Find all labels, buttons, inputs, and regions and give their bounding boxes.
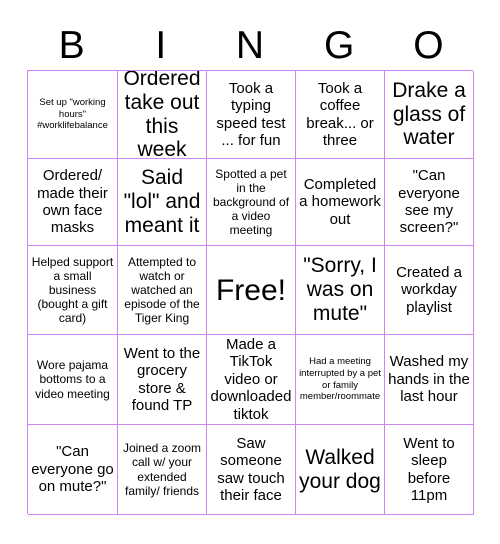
bingo-cell-label: "Sorry, I was on mute" (303, 254, 377, 325)
bingo-cell[interactable]: Went to the grocery store & found TP (118, 335, 207, 425)
bingo-cell-label: Helped support a small business (bought … (31, 254, 114, 326)
bingo-cell[interactable]: Ordered take out this week (118, 71, 207, 159)
bingo-cell[interactable]: Said "lol" and meant it (118, 159, 207, 246)
bingo-cell[interactable]: Took a typing speed test ... for fun (207, 71, 296, 159)
bingo-cell-label: Made a TikTok video or downloaded tiktok (210, 336, 292, 423)
bingo-cell-label: Said "lol" and meant it (123, 166, 201, 237)
bingo-cell[interactable]: Took a coffee break... or three (296, 71, 385, 159)
bingo-cell[interactable]: Completed a homework out (296, 159, 385, 246)
bingo-cell-label: Went to sleep before 11pm (403, 434, 455, 504)
bingo-cell[interactable]: Ordered/ made their own face masks (28, 159, 118, 246)
bingo-cell-label: "Can everyone go on mute?" (31, 443, 114, 496)
bingo-cell[interactable]: Had a meeting interrupted by a pet or fa… (296, 335, 385, 425)
bingo-cell-label: Created a workday playlist (396, 263, 462, 316)
bingo-header-letter-i: I (155, 23, 167, 67)
bingo-cell-label: Set up "working hours" #worklifebalance (37, 97, 108, 132)
bingo-cell[interactable]: Joined a zoom call w/ your extended fami… (118, 425, 207, 515)
bingo-cell[interactable]: Wore pajama bottoms to a video meeting (28, 335, 118, 425)
bingo-cell[interactable]: Made a TikTok video or downloaded tiktok (207, 335, 296, 425)
bingo-cell-label: Ordered take out this week (123, 71, 201, 159)
bingo-cell-label: Ordered/ made their own face masks (37, 167, 108, 237)
bingo-cell-label: Completed a homework out (299, 175, 381, 228)
bingo-cell-label: Washed my hands in the last hour (388, 353, 470, 406)
bingo-cell[interactable]: Created a workday playlist (385, 246, 474, 335)
bingo-cell-label: Drake a glass of water (392, 78, 466, 150)
bingo-cell[interactable]: Went to sleep before 11pm (385, 425, 474, 515)
bingo-grid: Set up "working hours" #worklifebalance … (27, 70, 474, 515)
bingo-cell[interactable]: Washed my hands in the last hour (385, 335, 474, 425)
bingo-cell-label: Went to the grocery store & found TP (123, 344, 201, 414)
bingo-cell-label: Walked your dog (299, 445, 381, 493)
bingo-card: B I N G O Set up "working hours" #workli… (0, 0, 500, 544)
bingo-cell[interactable]: Saw someone saw touch their face (207, 425, 296, 515)
bingo-cell[interactable]: Helped support a small business (bought … (28, 246, 118, 335)
bingo-cell-label: Took a typing speed test ... for fun (216, 79, 286, 149)
bingo-cell[interactable]: Set up "working hours" #worklifebalance (28, 71, 118, 159)
bingo-header: B I N G O (27, 20, 473, 70)
bingo-header-letter-o: O (413, 23, 444, 67)
bingo-cell-label: Attempted to watch or watched an episode… (124, 254, 200, 326)
bingo-cell[interactable]: Drake a glass of water (385, 71, 474, 159)
bingo-cell-label: Spotted a pet in the background of a vid… (212, 166, 290, 238)
bingo-cell-label: Wore pajama bottoms to a video meeting (35, 358, 110, 401)
bingo-cell[interactable]: Walked your dog (296, 425, 385, 515)
bingo-cell[interactable]: "Can everyone go on mute?" (28, 425, 118, 515)
bingo-header-letter-g: G (324, 23, 355, 67)
bingo-cell[interactable]: Spotted a pet in the background of a vid… (207, 159, 296, 246)
bingo-cell-free[interactable]: Free! (207, 246, 296, 335)
bingo-cell-label: Saw someone saw touch their face (217, 434, 285, 504)
bingo-cell-label: Joined a zoom call w/ your extended fami… (122, 441, 202, 498)
bingo-cell[interactable]: Attempted to watch or watched an episode… (118, 246, 207, 335)
bingo-cell[interactable]: "Can everyone see my screen?" (385, 159, 474, 246)
bingo-cell-label: Had a meeting interrupted by a pet or fa… (299, 356, 381, 403)
bingo-header-letter-b: B (58, 23, 85, 67)
bingo-cell-label: Free! (215, 273, 287, 307)
bingo-cell-label: Took a coffee break... or three (306, 79, 374, 149)
bingo-cell[interactable]: "Sorry, I was on mute" (296, 246, 385, 335)
bingo-cell-label: "Can everyone see my screen?" (398, 167, 460, 237)
bingo-header-letter-n: N (235, 23, 265, 67)
